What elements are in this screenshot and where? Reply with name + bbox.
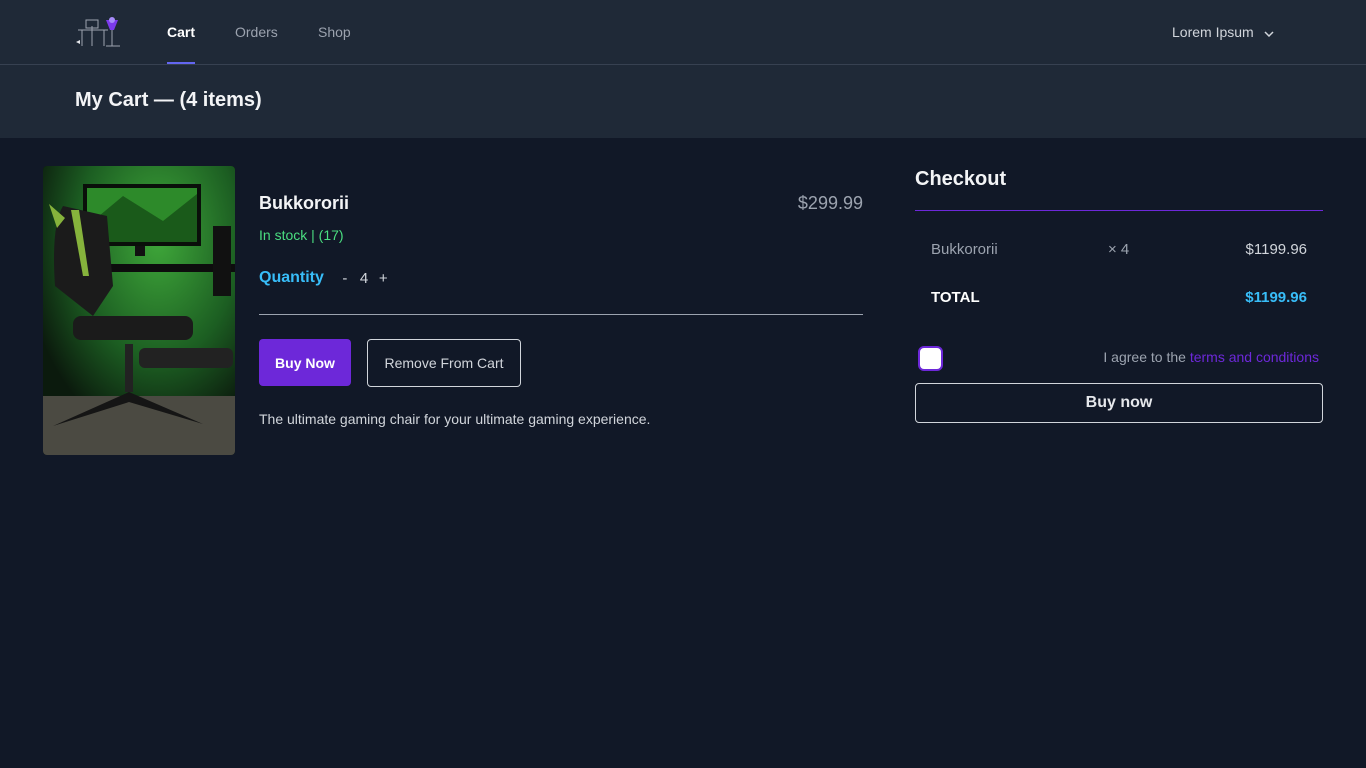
checkout-buy-now-button[interactable]: Buy now	[915, 383, 1323, 423]
user-menu[interactable]: Lorem Ipsum	[1172, 22, 1274, 42]
remove-from-cart-button[interactable]: Remove From Cart	[367, 339, 521, 387]
divider	[259, 314, 863, 315]
quantity-decrease-button[interactable]: -	[338, 270, 352, 287]
quantity-value: 4	[359, 269, 369, 287]
checkout-item-name: Bukkororii	[931, 241, 998, 258]
terms-link[interactable]: terms and conditions	[1190, 349, 1319, 365]
buy-now-button[interactable]: Buy Now	[259, 339, 351, 386]
user-name: Lorem Ipsum	[1172, 24, 1254, 40]
checkout-divider	[915, 210, 1323, 211]
top-navbar: Cart Orders Shop Lorem Ipsum	[0, 0, 1366, 65]
product-image	[43, 166, 235, 455]
quantity-increase-button[interactable]: +	[376, 270, 390, 287]
stock-status: In stock | (17)	[259, 227, 344, 243]
total-value: $1199.96	[1245, 289, 1307, 306]
page-header: My Cart — (4 items)	[0, 65, 1366, 138]
product-price: $299.99	[797, 193, 863, 213]
quantity-stepper: Quantity - 4 +	[259, 267, 390, 289]
chevron-down-icon	[1264, 24, 1274, 40]
terms-checkbox[interactable]	[918, 346, 943, 371]
page-title: My Cart — (4 items)	[75, 89, 262, 111]
checkout-title: Checkout	[915, 168, 1007, 190]
product-name[interactable]: Bukkororii	[259, 193, 349, 214]
nav-link-cart[interactable]: Cart	[167, 0, 196, 64]
checkout-item-qty: × 4	[1108, 241, 1130, 258]
agree-text: I agree to the	[1103, 349, 1190, 365]
quantity-label: Quantity	[259, 269, 324, 286]
product-description: The ultimate gaming chair for your ultim…	[259, 411, 651, 427]
nav-link-shop[interactable]: Shop	[318, 0, 351, 64]
total-label: TOTAL	[931, 289, 980, 306]
checkout-item-price: $1199.96	[1245, 241, 1307, 258]
nav-link-orders[interactable]: Orders	[235, 0, 278, 64]
desk-logo-icon[interactable]	[74, 16, 124, 48]
terms-agreement: I agree to the terms and conditions	[1000, 349, 1319, 365]
